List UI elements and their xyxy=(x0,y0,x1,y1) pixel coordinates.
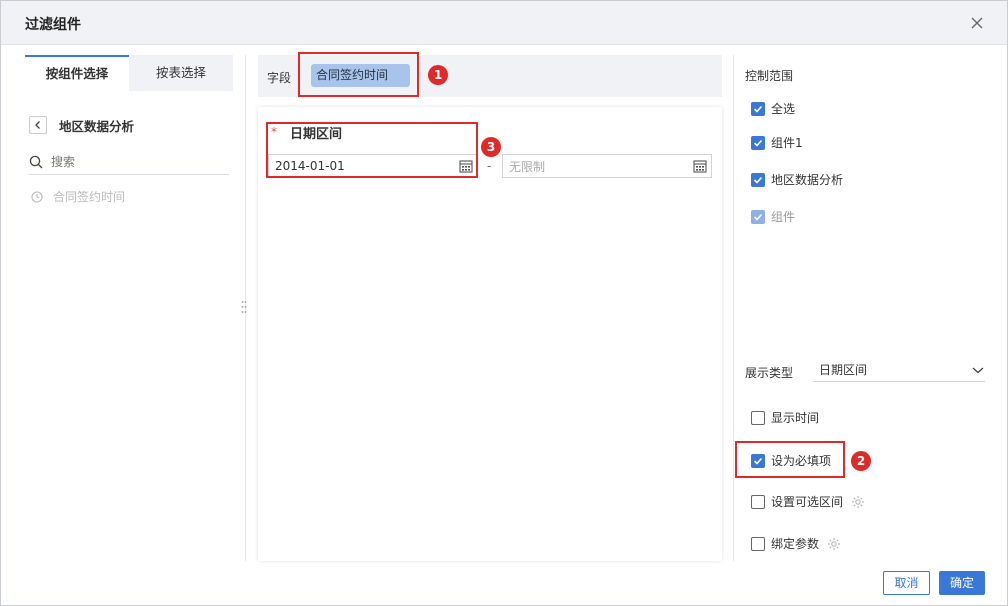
checkbox-unchecked-icon xyxy=(751,536,765,551)
right-divider xyxy=(733,55,734,561)
checkbox-checked-icon xyxy=(751,172,765,187)
search-icon xyxy=(29,155,43,168)
dialog-title: 过滤组件 xyxy=(25,17,81,33)
annotation-badge-3: 3 xyxy=(481,137,501,157)
checkbox-checked-icon xyxy=(751,101,765,116)
close-icon[interactable] xyxy=(967,13,987,33)
annotation-badge-2: 2 xyxy=(851,451,871,471)
end-date-input[interactable]: 无限制 xyxy=(502,154,712,178)
option-label: 设置可选区间 xyxy=(771,495,844,509)
scope-label: 组件 xyxy=(771,210,796,224)
option-label: 显示时间 xyxy=(771,411,820,425)
display-type-select[interactable]: 日期区间 xyxy=(813,358,985,382)
checkbox-checked-icon xyxy=(751,209,765,224)
calendar-icon xyxy=(693,160,707,173)
chevron-left-icon xyxy=(35,121,40,129)
filter-component-dialog: 过滤组件 按组件选择 按表选择 地区数据分析 搜索 合同签约时间 字段 合同签约… xyxy=(0,0,1008,606)
tab-by-table[interactable]: 按表选择 xyxy=(129,55,233,91)
selector-tabs: 按组件选择 按表选择 xyxy=(25,55,233,91)
end-date-placeholder: 无限制 xyxy=(509,159,546,174)
tab-by-component[interactable]: 按组件选择 xyxy=(25,55,129,91)
checkbox-unchecked-icon xyxy=(751,410,765,425)
drag-handle-icon[interactable] xyxy=(241,300,247,314)
breadcrumb: 地区数据分析 xyxy=(29,115,134,135)
annotation-box-2 xyxy=(735,441,845,478)
scope-checkbox-component: 组件 xyxy=(751,208,795,225)
chevron-down-icon xyxy=(972,367,984,373)
search-input[interactable] xyxy=(51,154,211,169)
option-bind-parameter[interactable]: 绑定参数 xyxy=(751,535,841,552)
option-set-selectable-range[interactable]: 设置可选区间 xyxy=(751,493,865,510)
annotation-badge-1: 1 xyxy=(428,65,448,85)
annotation-box-1 xyxy=(298,52,419,97)
gear-icon[interactable] xyxy=(851,495,865,509)
annotation-box-3 xyxy=(266,122,478,178)
dialog-titlebar: 过滤组件 xyxy=(1,1,1007,45)
scope-checkbox-component-1[interactable]: 组件1 xyxy=(751,134,803,151)
scope-label: 组件1 xyxy=(771,136,803,150)
scope-checkbox-select-all[interactable]: 全选 xyxy=(751,100,795,117)
date-separator: - xyxy=(487,159,492,173)
confirm-button[interactable]: 确定 xyxy=(939,571,985,595)
control-scope-title: 控制范围 xyxy=(745,69,794,83)
scope-checkbox-region-analysis[interactable]: 地区数据分析 xyxy=(751,171,843,188)
back-button[interactable] xyxy=(29,116,47,134)
search-box xyxy=(29,149,229,175)
component-selector-panel: 按组件选择 按表选择 地区数据分析 合同签约时间 xyxy=(25,55,233,561)
cancel-button[interactable]: 取消 xyxy=(883,571,930,595)
scope-label: 地区数据分析 xyxy=(771,173,844,187)
display-type-label: 展示类型 xyxy=(745,366,794,380)
clock-icon xyxy=(31,190,43,203)
checkbox-checked-icon xyxy=(751,135,765,150)
checkbox-unchecked-icon xyxy=(751,494,765,509)
option-label: 绑定参数 xyxy=(771,537,820,551)
current-dashboard-label: 地区数据分析 xyxy=(59,118,135,134)
scope-label: 全选 xyxy=(771,102,796,116)
field-list-item-label: 合同签约时间 xyxy=(53,190,126,204)
display-type-value: 日期区间 xyxy=(819,363,868,377)
option-show-time[interactable]: 显示时间 xyxy=(751,409,819,426)
field-list-item[interactable]: 合同签约时间 xyxy=(31,188,125,205)
field-label: 字段 xyxy=(267,71,292,85)
gear-icon[interactable] xyxy=(827,537,841,551)
